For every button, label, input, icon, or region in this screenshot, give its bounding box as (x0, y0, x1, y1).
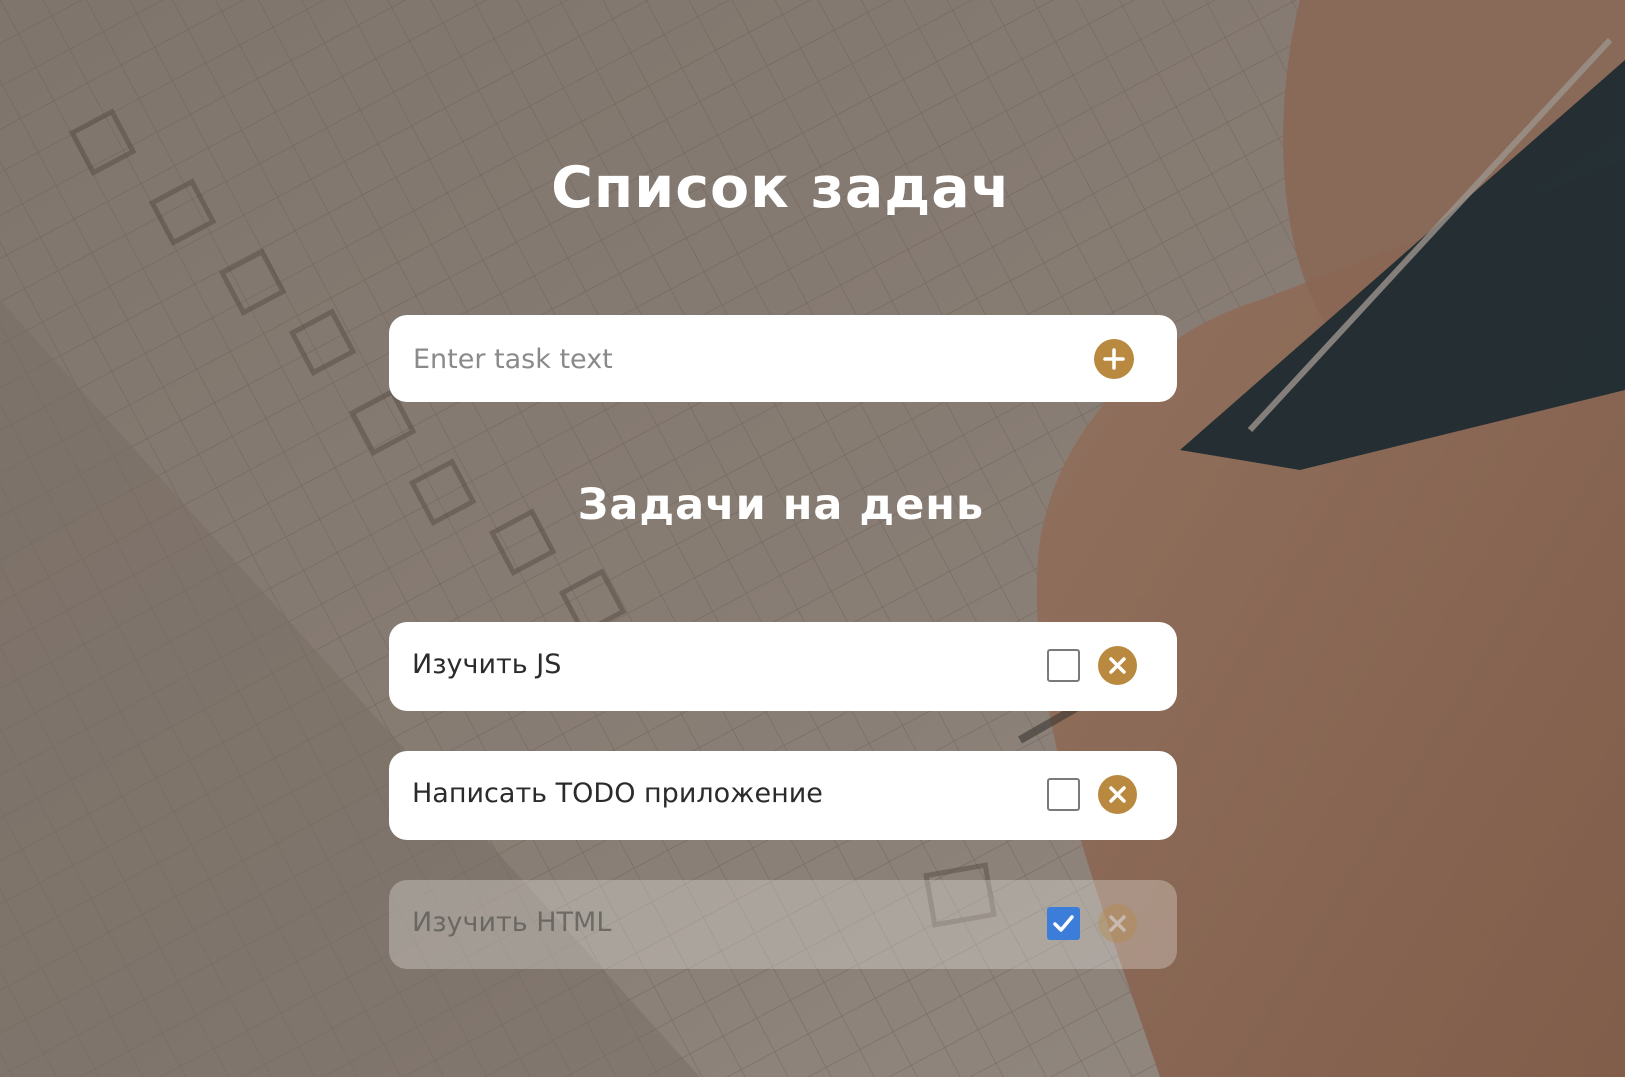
close-circle-icon (1098, 904, 1137, 943)
delete-task-button[interactable] (1098, 775, 1137, 814)
task-text: Изучить JS (412, 649, 562, 680)
task-list: Изучить JS Написать TODO приложение Изуч… (389, 622, 1177, 1009)
task-text-input[interactable] (411, 333, 1075, 385)
task-text: Изучить HTML (412, 907, 612, 938)
checkmark-icon (1047, 907, 1080, 940)
todo-app: Список задач Задачи на день Изучить JS (0, 0, 1625, 1077)
task-text: Написать TODO приложение (412, 778, 823, 809)
task-done-checkbox[interactable] (1047, 649, 1080, 682)
close-circle-icon (1098, 775, 1137, 814)
add-task-button[interactable] (1094, 339, 1134, 379)
delete-task-button[interactable] (1098, 646, 1137, 685)
task-item: Написать TODO приложение (389, 751, 1177, 840)
add-task-form (389, 315, 1177, 402)
task-done-checkbox[interactable] (1047, 778, 1080, 811)
plus-circle-icon (1094, 339, 1134, 379)
task-item: Изучить JS (389, 622, 1177, 711)
page-title: Список задач (551, 155, 1011, 221)
task-done-checkbox[interactable] (1047, 907, 1080, 940)
task-item-done: Изучить HTML (389, 880, 1177, 969)
delete-task-button[interactable] (1098, 904, 1137, 943)
close-circle-icon (1098, 646, 1137, 685)
section-title: Задачи на день (577, 480, 985, 530)
